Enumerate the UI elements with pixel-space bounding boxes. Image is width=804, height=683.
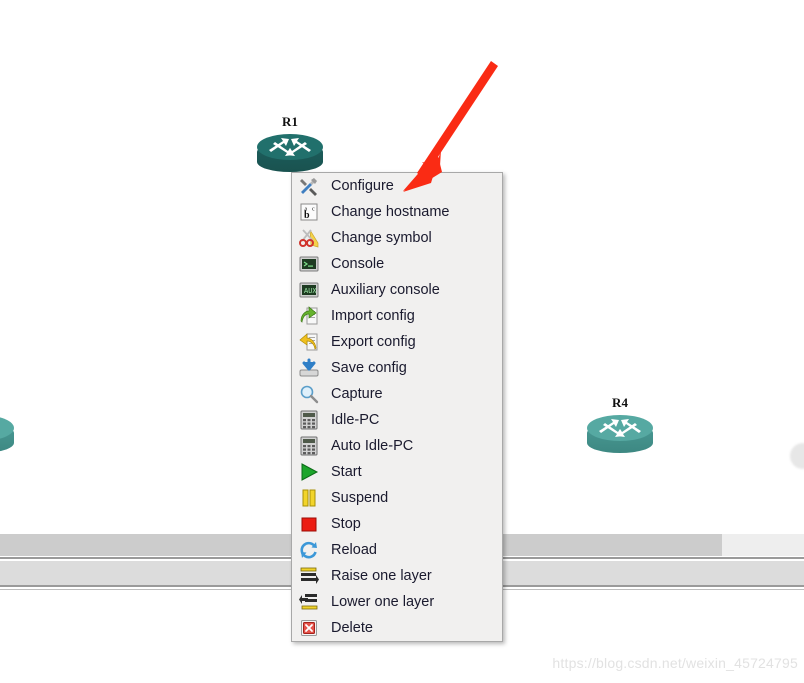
wrench-screwdriver-icon <box>298 175 320 197</box>
menu-item-console[interactable]: Console <box>292 251 502 277</box>
menu-item-label: Export config <box>331 334 416 350</box>
menu-item-capture[interactable]: Capture <box>292 381 502 407</box>
green-play-icon <box>298 461 320 483</box>
node-r4[interactable]: R4 <box>587 395 656 461</box>
green-import-arrow-icon <box>298 305 320 327</box>
menu-item-auxiliary-console[interactable]: AUX Auxiliary console <box>292 277 502 303</box>
menu-item-configure[interactable]: Configure <box>292 173 502 199</box>
router-arrows-icon <box>269 138 311 156</box>
menu-item-label: Reload <box>331 542 377 558</box>
red-stop-icon <box>298 513 320 535</box>
node-r1-label: R1 <box>282 114 298 129</box>
watermark-text: https://blog.csdn.net/weixin_45724795 <box>552 655 798 671</box>
node-partial-right <box>790 443 804 469</box>
terminal-icon <box>298 253 320 275</box>
menu-item-label: Stop <box>331 516 361 532</box>
menu-item-export-config[interactable]: Export config <box>292 329 502 355</box>
calculator-icon <box>298 409 320 431</box>
menu-item-raise-one-layer[interactable]: Raise one layer <box>292 563 502 589</box>
save-disk-icon <box>298 357 320 379</box>
calculator-icon <box>298 435 320 457</box>
menu-item-stop[interactable]: Stop <box>292 511 502 537</box>
scissors-icon <box>298 227 320 249</box>
ab-textbox-icon: a b c <box>298 201 320 223</box>
yellow-pause-icon <box>298 487 320 509</box>
menu-item-change-hostname[interactable]: a b c Change hostname <box>292 199 502 225</box>
menu-item-suspend[interactable]: Suspend <box>292 485 502 511</box>
menu-item-lower-one-layer[interactable]: Lower one layer <box>292 589 502 615</box>
menu-item-label: Capture <box>331 386 383 402</box>
menu-item-idle-pc[interactable]: Idle-PC <box>292 407 502 433</box>
menu-item-label: Import config <box>331 308 415 324</box>
magnifier-icon <box>298 383 320 405</box>
menu-item-change-symbol[interactable]: Change symbol <box>292 225 502 251</box>
aux-terminal-icon: AUX <box>298 279 320 301</box>
menu-item-label: Idle-PC <box>331 412 380 428</box>
yellow-export-arrow-icon <box>298 331 320 353</box>
node-r4-label: R4 <box>612 395 628 410</box>
menu-item-label: Save config <box>331 360 407 376</box>
red-delete-icon <box>298 617 320 639</box>
svg-text:AUX: AUX <box>304 288 317 296</box>
menu-item-label: Console <box>331 256 385 272</box>
router-arrows-icon <box>599 419 641 437</box>
menu-item-auto-idle-pc[interactable]: Auto Idle-PC <box>292 433 502 459</box>
menu-item-import-config[interactable]: Import config <box>292 303 502 329</box>
menu-item-label: Change symbol <box>331 230 432 246</box>
svg-text:b: b <box>304 210 310 221</box>
menu-item-label: Delete <box>331 620 373 636</box>
menu-item-reload[interactable]: Reload <box>292 537 502 563</box>
router-shape <box>0 415 17 461</box>
menu-item-save-config[interactable]: Save config <box>292 355 502 381</box>
router-shape <box>587 415 656 461</box>
menu-item-label: Change hostname <box>331 204 450 220</box>
node-partial-left[interactable] <box>0 415 17 461</box>
menu-item-label: Raise one layer <box>331 568 432 584</box>
menu-item-label: Auto Idle-PC <box>331 438 414 454</box>
svg-text:c: c <box>312 207 315 213</box>
lower-layer-icon <box>298 591 320 613</box>
menu-item-label: Lower one layer <box>331 594 435 610</box>
node-context-menu[interactable]: Configure a b c Change hostname Change s… <box>291 172 503 642</box>
menu-item-label: Auxiliary console <box>331 282 440 298</box>
raise-layer-icon <box>298 565 320 587</box>
menu-item-label: Suspend <box>331 490 389 506</box>
menu-item-delete[interactable]: Delete <box>292 615 502 641</box>
menu-item-label: Start <box>331 464 362 480</box>
menu-item-label: Configure <box>331 178 394 194</box>
menu-item-start[interactable]: Start <box>292 459 502 485</box>
blue-refresh-icon <box>298 539 320 561</box>
